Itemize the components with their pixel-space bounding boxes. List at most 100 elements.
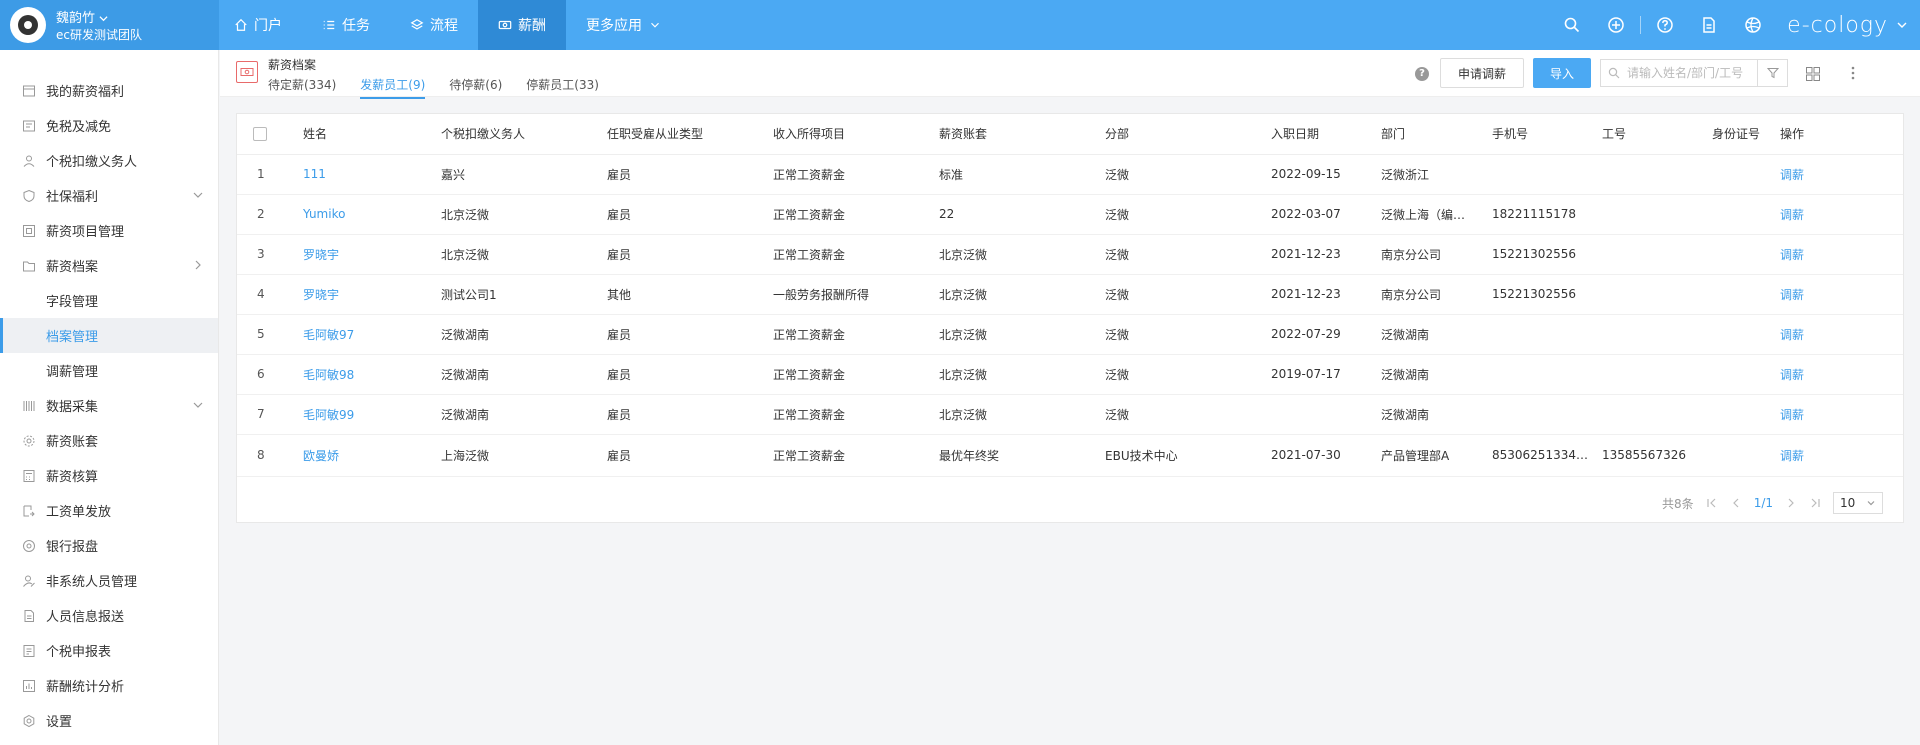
sidebar-item-personnel-report[interactable]: 人员信息报送: [0, 598, 218, 633]
column-header[interactable]: 薪资账套: [939, 114, 1105, 155]
adjust-salary-link[interactable]: 调薪: [1780, 274, 1903, 315]
sidebar-item-tax-exemption[interactable]: 免税及减免: [0, 108, 218, 143]
question-circle-icon: [1657, 17, 1673, 33]
apply-adjustment-button[interactable]: 申请调薪: [1440, 58, 1524, 88]
employee-name-link[interactable]: 111: [303, 154, 441, 195]
sidebar-item-field-management[interactable]: 字段管理: [0, 283, 218, 318]
help-icon[interactable]: ?: [1415, 67, 1429, 81]
column-header[interactable]: 收入所得项目: [773, 114, 939, 155]
sidebar-item-label: 薪资项目管理: [46, 225, 125, 240]
main-nav: 门户 任务 流程 薪酬 更多应用: [214, 0, 682, 50]
table-row[interactable]: 6 毛阿敏98 泛微湖南 雇员 正常工资薪金 北京泛微 泛微 2019-07-17 泛微湖南 调薪: [237, 354, 1903, 395]
globe-button[interactable]: [1731, 0, 1775, 50]
column-header[interactable]: 姓名: [303, 114, 441, 155]
sidebar-item-my-salary[interactable]: 我的薪资福利: [0, 73, 218, 108]
chevron-down-icon: [1867, 501, 1875, 506]
sidebar-item-settings[interactable]: 设置: [0, 703, 218, 738]
sidebar-item-data-collection[interactable]: 数据采集: [0, 388, 218, 423]
search-button[interactable]: [1550, 0, 1594, 50]
employee-name-link[interactable]: 欧曼娇: [303, 434, 441, 477]
cell-emp-no: [1602, 234, 1712, 275]
last-page-icon[interactable]: [1809, 497, 1821, 509]
sidebar-item-social-welfare[interactable]: 社保福利: [0, 178, 218, 213]
sidebar-item-payslip[interactable]: 工资单发放: [0, 493, 218, 528]
filter-icon[interactable]: [1757, 60, 1787, 86]
sidebar-item-tax-withholder[interactable]: 个税扣缴义务人: [0, 143, 218, 178]
layout-icon[interactable]: [1805, 66, 1821, 82]
sidebar-item-non-system-staff[interactable]: 非系统人员管理: [0, 563, 218, 598]
nav-tasks[interactable]: 任务: [302, 0, 390, 50]
page-size-select[interactable]: 10: [1833, 492, 1883, 514]
document-button[interactable]: [1687, 0, 1731, 50]
sidebar-item-bank-report[interactable]: 银行报盘: [0, 528, 218, 563]
column-header[interactable]: 部门: [1381, 114, 1492, 155]
column-header[interactable]: 分部: [1105, 114, 1271, 155]
column-header[interactable]: 入职日期: [1271, 114, 1381, 155]
adjust-salary-link[interactable]: 调薪: [1780, 194, 1903, 235]
sidebar-item-label: 人员信息报送: [46, 610, 125, 625]
tab-paid-employees[interactable]: 发薪员工(9): [360, 76, 426, 99]
sidebar-item-salary-calculation[interactable]: 薪资核算: [0, 458, 218, 493]
nav-portal[interactable]: 门户: [214, 0, 302, 50]
column-header[interactable]: 个税扣缴义务人: [441, 114, 607, 155]
first-page-icon[interactable]: [1706, 497, 1718, 509]
column-header[interactable]: 身份证号: [1712, 114, 1780, 155]
sidebar-item-label: 非系统人员管理: [46, 575, 138, 590]
brand-menu-button[interactable]: [1896, 19, 1920, 31]
sidebar-item-salary-account[interactable]: 薪资账套: [0, 423, 218, 458]
sidebar-item-tax-report[interactable]: 个税申报表: [0, 633, 218, 668]
nav-more-apps[interactable]: 更多应用: [566, 0, 682, 50]
add-button[interactable]: [1594, 0, 1638, 50]
adjust-salary-link[interactable]: 调薪: [1780, 354, 1903, 395]
import-button[interactable]: 导入: [1533, 58, 1591, 88]
tab-pending-salary[interactable]: 待定薪(334): [268, 76, 336, 99]
column-header[interactable]: 工号: [1602, 114, 1712, 155]
employee-name-link[interactable]: Yumiko: [303, 194, 441, 235]
table-row[interactable]: 8 欧曼娇 上海泛微 雇员 正常工资薪金 最优年终奖 EBU技术中心 2021-07-30 产品…: [237, 434, 1903, 477]
cell-branch: 泛微: [1105, 354, 1271, 395]
adjust-salary-link[interactable]: 调薪: [1780, 234, 1903, 275]
nav-salary[interactable]: 薪酬: [478, 0, 566, 50]
globe-icon: [1745, 17, 1761, 33]
sidebar-item-salary-items[interactable]: 薪资项目管理: [0, 213, 218, 248]
column-header[interactable]: 任职受雇从业类型: [607, 114, 773, 155]
sidebar-item-label: 字段管理: [46, 295, 99, 310]
sidebar-item-salary-adjustment[interactable]: 调薪管理: [0, 353, 218, 388]
adjust-salary-link[interactable]: 调薪: [1780, 314, 1903, 355]
sidebar-item-salary-statistics[interactable]: 薪酬统计分析: [0, 668, 218, 703]
cell-withholder: 泛微湖南: [441, 354, 607, 395]
nav-workflow[interactable]: 流程: [390, 0, 478, 50]
user-switcher[interactable]: 魏韵竹 ec研发测试团队: [0, 0, 219, 50]
table-row[interactable]: 4 罗晓宇 测试公司1 其他 一般劳务报酬所得 北京泛微 泛微 2021-12-23 南京分公司…: [237, 274, 1903, 315]
employee-name-link[interactable]: 罗晓宇: [303, 234, 441, 275]
table-row[interactable]: 5 毛阿敏97 泛微湖南 雇员 正常工资薪金 北京泛微 泛微 2022-07-29 泛微湖南 调薪: [237, 314, 1903, 355]
sidebar-item-archive-management[interactable]: 档案管理: [0, 318, 218, 353]
employee-name-link[interactable]: 毛阿敏98: [303, 354, 441, 395]
adjust-salary-link[interactable]: 调薪: [1780, 394, 1903, 435]
adjust-salary-link[interactable]: 调薪: [1780, 434, 1903, 477]
employee-name-link[interactable]: 毛阿敏97: [303, 314, 441, 355]
cell-withholder: 测试公司1: [441, 274, 607, 315]
employee-name-link[interactable]: 罗晓宇: [303, 274, 441, 315]
table-row[interactable]: 1 111 嘉兴 雇员 正常工资薪金 标准 泛微 2022-09-15 泛微浙江 调薪: [237, 154, 1903, 195]
help-button[interactable]: [1643, 0, 1687, 50]
table-row[interactable]: 7 毛阿敏99 泛微湖南 雇员 正常工资薪金 北京泛微 泛微 泛微湖南 调薪: [237, 394, 1903, 435]
tab-stopped-employees[interactable]: 停薪员工(33): [526, 76, 599, 99]
select-all-checkbox[interactable]: [253, 126, 267, 141]
table-row[interactable]: 3 罗晓宇 北京泛微 雇员 正常工资薪金 北京泛微 泛微 2021-12-23 南京分公司 152…: [237, 234, 1903, 275]
more-vertical-icon[interactable]: [1845, 65, 1861, 81]
search-input[interactable]: [1627, 66, 1757, 80]
prev-page-icon[interactable]: [1730, 497, 1742, 509]
cell-emp-type: 雇员: [607, 354, 773, 395]
employee-name-link[interactable]: 毛阿敏99: [303, 394, 441, 435]
adjust-salary-link[interactable]: 调薪: [1780, 154, 1903, 195]
next-page-icon[interactable]: [1785, 497, 1797, 509]
row-index: 3: [237, 234, 303, 275]
column-header[interactable]: 手机号: [1492, 114, 1602, 155]
tab-pending-stop[interactable]: 待停薪(6): [449, 76, 502, 99]
cell-account: 22: [939, 194, 1105, 235]
sidebar-item-salary-archive[interactable]: 薪资档案: [0, 248, 218, 283]
plus-circle-icon: [1608, 17, 1624, 33]
table-row[interactable]: 2 Yumiko 北京泛微 雇员 正常工资薪金 22 泛微 2022-03-07 泛微上海（编……: [237, 194, 1903, 235]
chevron-down-icon: [648, 18, 662, 32]
